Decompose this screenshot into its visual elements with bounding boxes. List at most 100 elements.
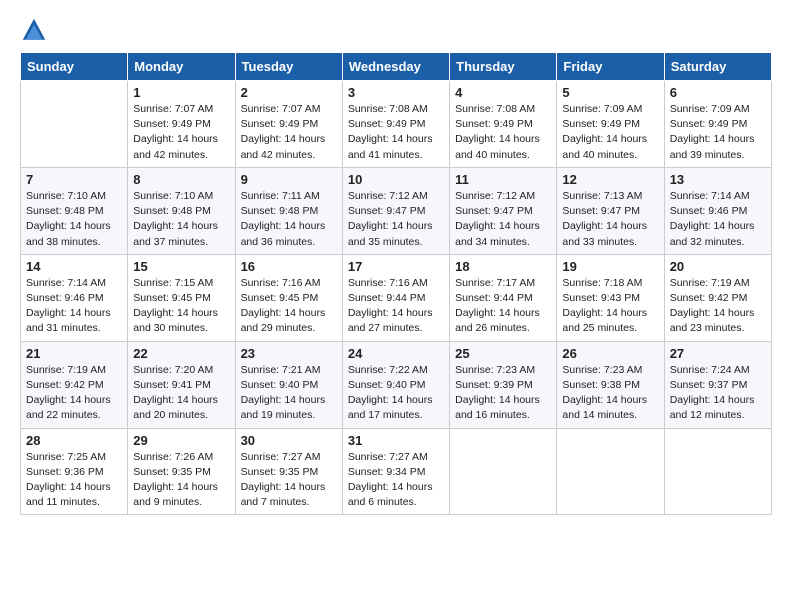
- calendar-cell: 27 Sunrise: 7:24 AM Sunset: 9:37 PM Dayli…: [664, 341, 771, 428]
- calendar-cell: [450, 428, 557, 515]
- calendar-cell: 1 Sunrise: 7:07 AM Sunset: 9:49 PM Daylig…: [128, 81, 235, 168]
- weekday-header-row: SundayMondayTuesdayWednesdayThursdayFrid…: [21, 53, 772, 81]
- day-number: 19: [562, 259, 658, 274]
- weekday-header-tuesday: Tuesday: [235, 53, 342, 81]
- calendar-cell: 23 Sunrise: 7:21 AM Sunset: 9:40 PM Dayli…: [235, 341, 342, 428]
- day-info: Sunrise: 7:09 AM Sunset: 9:49 PM Dayligh…: [670, 102, 766, 163]
- weekday-header-wednesday: Wednesday: [342, 53, 449, 81]
- calendar-body: 1 Sunrise: 7:07 AM Sunset: 9:49 PM Daylig…: [21, 81, 772, 515]
- day-number: 23: [241, 346, 337, 361]
- day-number: 1: [133, 85, 229, 100]
- calendar-cell: 15Sunrise: 7:15 AM Sunset: 9:45 PM Dayli…: [128, 254, 235, 341]
- day-info: Sunrise: 7:23 AM Sunset: 9:39 PM Dayligh…: [455, 363, 551, 424]
- day-info: Sunrise: 7:12 AM Sunset: 9:47 PM Dayligh…: [348, 189, 444, 250]
- calendar-week-row: 28 Sunrise: 7:25 AM Sunset: 9:36 PM Dayli…: [21, 428, 772, 515]
- day-number: 2: [241, 85, 337, 100]
- calendar-cell: 24Sunrise: 7:22 AM Sunset: 9:40 PM Dayli…: [342, 341, 449, 428]
- day-info: Sunrise: 7:10 AM Sunset: 9:48 PM Dayligh…: [133, 189, 229, 250]
- day-number: 7: [26, 172, 122, 187]
- calendar-cell: 3 Sunrise: 7:08 AM Sunset: 9:49 PM Daylig…: [342, 81, 449, 168]
- day-number: 14: [26, 259, 122, 274]
- day-info: Sunrise: 7:16 AM Sunset: 9:45 PM Dayligh…: [241, 276, 337, 337]
- day-info: Sunrise: 7:19 AM Sunset: 9:42 PM Dayligh…: [26, 363, 122, 424]
- calendar-cell: 10 Sunrise: 7:12 AM Sunset: 9:47 PM Dayli…: [342, 167, 449, 254]
- calendar-cell: 21Sunrise: 7:19 AM Sunset: 9:42 PM Dayli…: [21, 341, 128, 428]
- day-number: 6: [670, 85, 766, 100]
- calendar-cell: 19 Sunrise: 7:18 AM Sunset: 9:43 PM Dayli…: [557, 254, 664, 341]
- weekday-header-saturday: Saturday: [664, 53, 771, 81]
- day-number: 22: [133, 346, 229, 361]
- day-info: Sunrise: 7:21 AM Sunset: 9:40 PM Dayligh…: [241, 363, 337, 424]
- calendar-week-row: 21Sunrise: 7:19 AM Sunset: 9:42 PM Dayli…: [21, 341, 772, 428]
- day-info: Sunrise: 7:07 AM Sunset: 9:49 PM Dayligh…: [133, 102, 229, 163]
- day-info: Sunrise: 7:24 AM Sunset: 9:37 PM Dayligh…: [670, 363, 766, 424]
- day-info: Sunrise: 7:12 AM Sunset: 9:47 PM Dayligh…: [455, 189, 551, 250]
- day-number: 27: [670, 346, 766, 361]
- day-info: Sunrise: 7:19 AM Sunset: 9:42 PM Dayligh…: [670, 276, 766, 337]
- calendar-cell: 28 Sunrise: 7:25 AM Sunset: 9:36 PM Dayli…: [21, 428, 128, 515]
- day-info: Sunrise: 7:23 AM Sunset: 9:38 PM Dayligh…: [562, 363, 658, 424]
- calendar-week-row: 1 Sunrise: 7:07 AM Sunset: 9:49 PM Daylig…: [21, 81, 772, 168]
- calendar-cell: 11 Sunrise: 7:12 AM Sunset: 9:47 PM Dayli…: [450, 167, 557, 254]
- calendar-cell: 7 Sunrise: 7:10 AM Sunset: 9:48 PM Daylig…: [21, 167, 128, 254]
- calendar-cell: 4 Sunrise: 7:08 AM Sunset: 9:49 PM Daylig…: [450, 81, 557, 168]
- day-info: Sunrise: 7:08 AM Sunset: 9:49 PM Dayligh…: [348, 102, 444, 163]
- calendar-cell: 22Sunrise: 7:20 AM Sunset: 9:41 PM Dayli…: [128, 341, 235, 428]
- day-number: 20: [670, 259, 766, 274]
- calendar-cell: 13Sunrise: 7:14 AM Sunset: 9:46 PM Dayli…: [664, 167, 771, 254]
- calendar-cell: 6 Sunrise: 7:09 AM Sunset: 9:49 PM Daylig…: [664, 81, 771, 168]
- day-info: Sunrise: 7:14 AM Sunset: 9:46 PM Dayligh…: [670, 189, 766, 250]
- day-number: 17: [348, 259, 444, 274]
- day-info: Sunrise: 7:10 AM Sunset: 9:48 PM Dayligh…: [26, 189, 122, 250]
- calendar-cell: 5 Sunrise: 7:09 AM Sunset: 9:49 PM Daylig…: [557, 81, 664, 168]
- logo-icon: [20, 16, 48, 44]
- day-info: Sunrise: 7:27 AM Sunset: 9:34 PM Dayligh…: [348, 450, 444, 511]
- day-info: Sunrise: 7:25 AM Sunset: 9:36 PM Dayligh…: [26, 450, 122, 511]
- day-info: Sunrise: 7:16 AM Sunset: 9:44 PM Dayligh…: [348, 276, 444, 337]
- day-number: 26: [562, 346, 658, 361]
- weekday-header-thursday: Thursday: [450, 53, 557, 81]
- day-info: Sunrise: 7:18 AM Sunset: 9:43 PM Dayligh…: [562, 276, 658, 337]
- calendar-cell: 30 Sunrise: 7:27 AM Sunset: 9:35 PM Dayli…: [235, 428, 342, 515]
- day-info: Sunrise: 7:08 AM Sunset: 9:49 PM Dayligh…: [455, 102, 551, 163]
- day-info: Sunrise: 7:13 AM Sunset: 9:47 PM Dayligh…: [562, 189, 658, 250]
- calendar-cell: 8Sunrise: 7:10 AM Sunset: 9:48 PM Daylig…: [128, 167, 235, 254]
- calendar-table: SundayMondayTuesdayWednesdayThursdayFrid…: [20, 52, 772, 515]
- calendar-header: SundayMondayTuesdayWednesdayThursdayFrid…: [21, 53, 772, 81]
- day-info: Sunrise: 7:15 AM Sunset: 9:45 PM Dayligh…: [133, 276, 229, 337]
- day-info: Sunrise: 7:09 AM Sunset: 9:49 PM Dayligh…: [562, 102, 658, 163]
- calendar-cell: 16Sunrise: 7:16 AM Sunset: 9:45 PM Dayli…: [235, 254, 342, 341]
- day-number: 31: [348, 433, 444, 448]
- page-header: [20, 16, 772, 44]
- day-info: Sunrise: 7:14 AM Sunset: 9:46 PM Dayligh…: [26, 276, 122, 337]
- calendar-cell: 18 Sunrise: 7:17 AM Sunset: 9:44 PM Dayli…: [450, 254, 557, 341]
- calendar-cell: 25 Sunrise: 7:23 AM Sunset: 9:39 PM Dayli…: [450, 341, 557, 428]
- day-number: 10: [348, 172, 444, 187]
- weekday-header-monday: Monday: [128, 53, 235, 81]
- calendar-cell: [557, 428, 664, 515]
- day-number: 3: [348, 85, 444, 100]
- day-number: 12: [562, 172, 658, 187]
- calendar-cell: 2Sunrise: 7:07 AM Sunset: 9:49 PM Daylig…: [235, 81, 342, 168]
- day-number: 18: [455, 259, 551, 274]
- calendar-week-row: 7 Sunrise: 7:10 AM Sunset: 9:48 PM Daylig…: [21, 167, 772, 254]
- day-info: Sunrise: 7:22 AM Sunset: 9:40 PM Dayligh…: [348, 363, 444, 424]
- day-info: Sunrise: 7:11 AM Sunset: 9:48 PM Dayligh…: [241, 189, 337, 250]
- day-number: 11: [455, 172, 551, 187]
- day-number: 25: [455, 346, 551, 361]
- day-number: 30: [241, 433, 337, 448]
- day-number: 4: [455, 85, 551, 100]
- weekday-header-friday: Friday: [557, 53, 664, 81]
- calendar-cell: 29Sunrise: 7:26 AM Sunset: 9:35 PM Dayli…: [128, 428, 235, 515]
- logo: [20, 16, 54, 44]
- calendar-cell: 26 Sunrise: 7:23 AM Sunset: 9:38 PM Dayli…: [557, 341, 664, 428]
- day-number: 5: [562, 85, 658, 100]
- calendar-cell: 14 Sunrise: 7:14 AM Sunset: 9:46 PM Dayli…: [21, 254, 128, 341]
- weekday-header-sunday: Sunday: [21, 53, 128, 81]
- calendar-cell: [664, 428, 771, 515]
- calendar-cell: 20 Sunrise: 7:19 AM Sunset: 9:42 PM Dayli…: [664, 254, 771, 341]
- day-info: Sunrise: 7:17 AM Sunset: 9:44 PM Dayligh…: [455, 276, 551, 337]
- day-info: Sunrise: 7:27 AM Sunset: 9:35 PM Dayligh…: [241, 450, 337, 511]
- calendar-cell: 31 Sunrise: 7:27 AM Sunset: 9:34 PM Dayli…: [342, 428, 449, 515]
- day-number: 28: [26, 433, 122, 448]
